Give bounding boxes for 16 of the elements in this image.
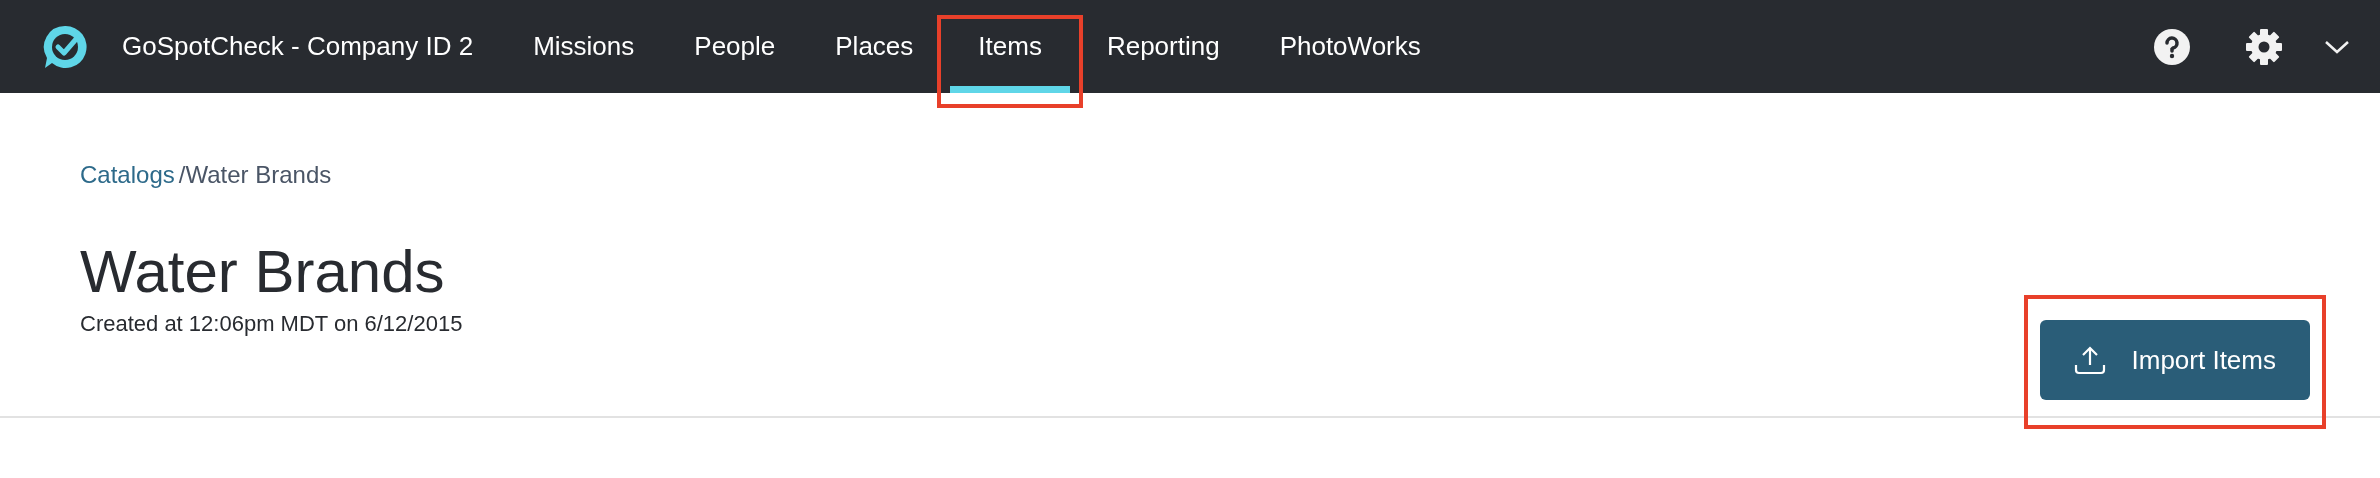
nav-tab[interactable]: Places: [805, 0, 944, 93]
settings-icon[interactable]: [2246, 28, 2282, 65]
company-name[interactable]: GoSpotCheck - Company ID 2: [122, 31, 474, 62]
nav-tab[interactable]: Reporting: [1076, 0, 1250, 93]
nav-tab[interactable]: PhotoWorks: [1249, 0, 1451, 93]
nav-tab[interactable]: Items: [950, 0, 1070, 93]
upload-icon: [2073, 345, 2106, 375]
help-icon[interactable]: [2154, 28, 2190, 65]
breadcrumb-link[interactable]: Catalogs: [80, 161, 175, 189]
page-title: Water Brands: [80, 239, 446, 305]
nav-tab[interactable]: Missions: [503, 0, 665, 93]
chevron-down-icon[interactable]: [2324, 38, 2350, 55]
created-date: Created at 12:06pm MDT on 6/12/2015: [80, 311, 463, 337]
import-items-button[interactable]: Import Items: [2039, 320, 2310, 400]
breadcrumb-current: /Water Brands: [178, 161, 332, 189]
nav-tab[interactable]: People: [664, 0, 806, 93]
